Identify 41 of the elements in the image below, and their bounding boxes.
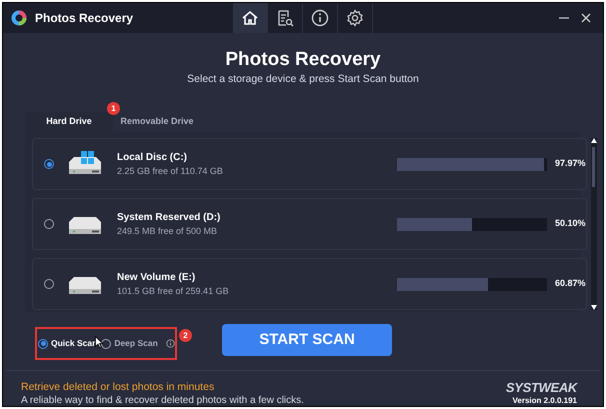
close-icon[interactable] bbox=[581, 13, 591, 23]
settings-icon bbox=[346, 9, 364, 27]
brand-logo: SYSTWEAK bbox=[506, 381, 577, 395]
scroll-up-icon[interactable] bbox=[590, 138, 597, 143]
drive-space: 2.25 GB free of 110.74 GB bbox=[117, 164, 224, 178]
nav-tab[interactable] bbox=[233, 3, 268, 33]
drive-name: System Reserved (D:) bbox=[117, 210, 222, 224]
radio-button[interactable] bbox=[44, 279, 54, 289]
scroll-down-icon[interactable] bbox=[590, 305, 597, 310]
radio-button[interactable] bbox=[44, 159, 54, 169]
footer-headline: Retrieve deleted or lost photos in minutes bbox=[21, 381, 216, 394]
usage-percent: 97.97% bbox=[555, 157, 586, 170]
radio-button[interactable] bbox=[44, 219, 54, 229]
scan-mode-label[interactable]: Deep Scan bbox=[114, 337, 158, 350]
footer-text: A reliable way to find & recover deleted photos with a few clicks. bbox=[21, 394, 305, 407]
mouse-cursor-icon bbox=[95, 336, 103, 348]
scrollbar[interactable] bbox=[590, 138, 597, 310]
annotation-badge: 2 bbox=[179, 329, 192, 342]
window-title: Photos Recovery bbox=[35, 10, 134, 27]
drive-tab[interactable]: Hard Drive bbox=[25, 112, 113, 132]
usage-percent: 60.87% bbox=[555, 277, 586, 290]
info-icon bbox=[311, 9, 329, 27]
drive-space: 249.5 MB free of 500 MB bbox=[117, 224, 218, 238]
info-icon[interactable] bbox=[166, 339, 175, 348]
drive-name: New Volume (E:) bbox=[117, 270, 196, 284]
usage-percent: 50.10% bbox=[555, 217, 586, 230]
page-title: Photos Recovery bbox=[225, 48, 381, 72]
document-search-icon bbox=[276, 9, 294, 27]
app-logo-icon bbox=[11, 10, 27, 26]
drive-row[interactable]: Local Disc (C:) 2.25 GB free of 110.74 GB 97.97% bbox=[32, 138, 587, 190]
drive-tab[interactable]: Removable Drive bbox=[113, 112, 201, 132]
drive-name: Local Disc (C:) bbox=[117, 150, 188, 164]
annotation-badge: 1 bbox=[107, 102, 120, 115]
page-subtitle: Select a storage device & press Start Scan button bbox=[187, 72, 419, 86]
home-icon bbox=[241, 9, 259, 27]
start-scan-button[interactable]: START SCAN bbox=[222, 324, 392, 356]
drive-row[interactable]: New Volume (E:) 101.5 GB free of 259.41 GB 60.87% bbox=[32, 258, 587, 310]
drive-space: 101.5 GB free of 259.41 GB bbox=[117, 284, 230, 298]
version-label: Version 2.0.0.191 bbox=[512, 395, 577, 406]
drive-row[interactable]: System Reserved (D:) 249.5 MB free of 500 MB 50.10% bbox=[32, 198, 587, 250]
radio-button[interactable] bbox=[38, 338, 48, 348]
